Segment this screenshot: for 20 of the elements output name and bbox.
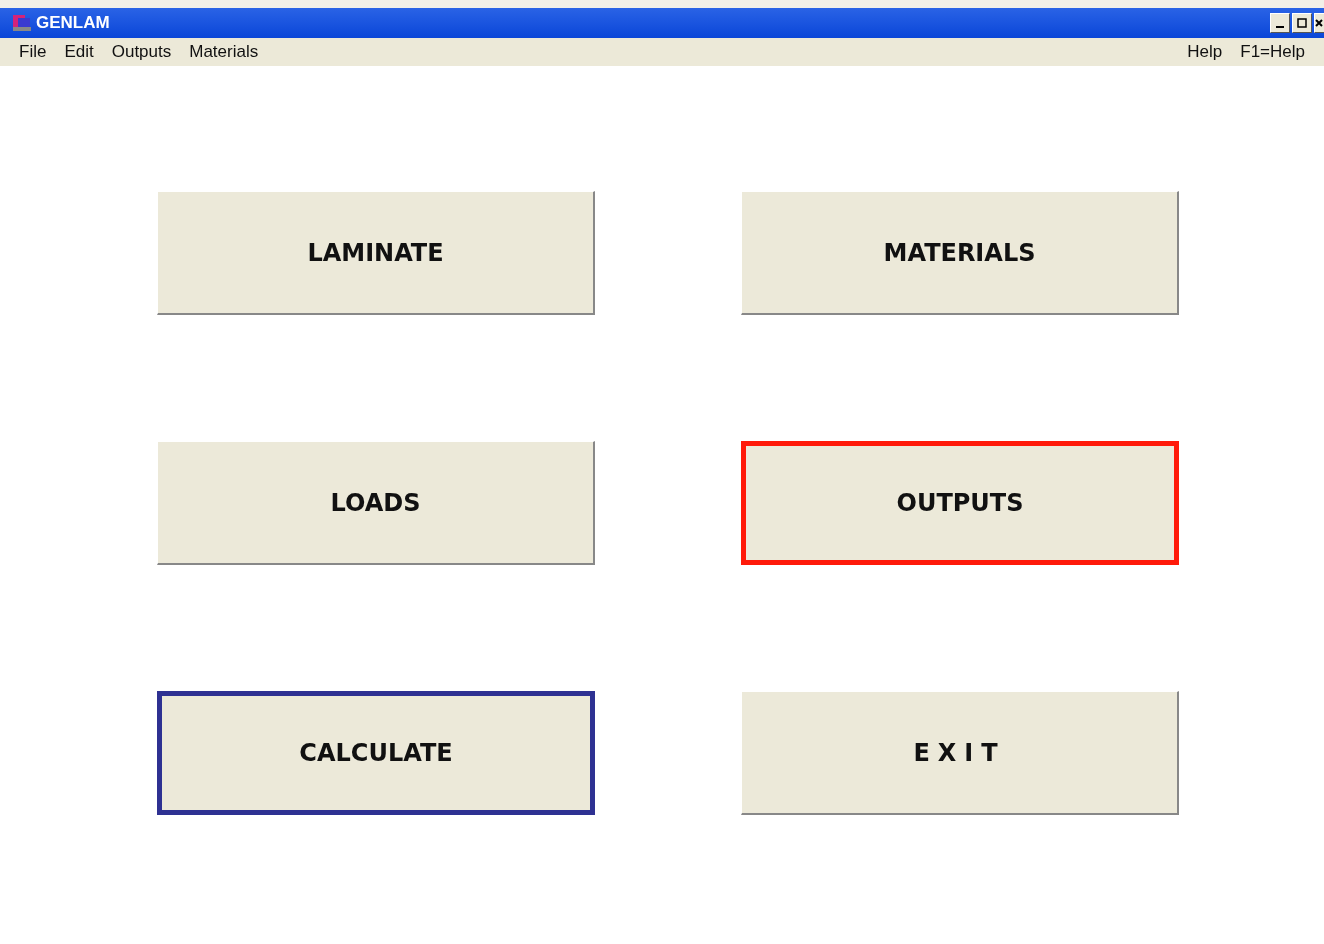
menu-item[interactable]: F1=Help: [1231, 42, 1314, 62]
maximize-icon: [1297, 18, 1307, 28]
close-button[interactable]: [1314, 13, 1324, 33]
main-button[interactable]: CALCULATE: [157, 691, 595, 815]
menu-item[interactable]: Outputs: [102, 42, 181, 62]
app-icon: [12, 14, 32, 32]
main-button[interactable]: LOADS: [157, 441, 595, 565]
minimize-button[interactable]: [1270, 13, 1290, 33]
menu-item[interactable]: Edit: [55, 42, 103, 62]
main-button[interactable]: LAMINATE: [157, 191, 595, 315]
minimize-icon: [1276, 26, 1284, 28]
main-button[interactable]: MATERIALS: [741, 191, 1179, 315]
menu-item[interactable]: File: [10, 42, 56, 62]
close-icon: [1315, 18, 1323, 28]
window-title: GENLAM: [36, 13, 110, 33]
menu-item[interactable]: Materials: [180, 42, 268, 62]
maximize-button[interactable]: [1292, 13, 1312, 33]
main-button[interactable]: OUTPUTS: [741, 441, 1179, 565]
main-button[interactable]: EXIT: [741, 691, 1179, 815]
menu-item[interactable]: Help: [1178, 42, 1232, 62]
